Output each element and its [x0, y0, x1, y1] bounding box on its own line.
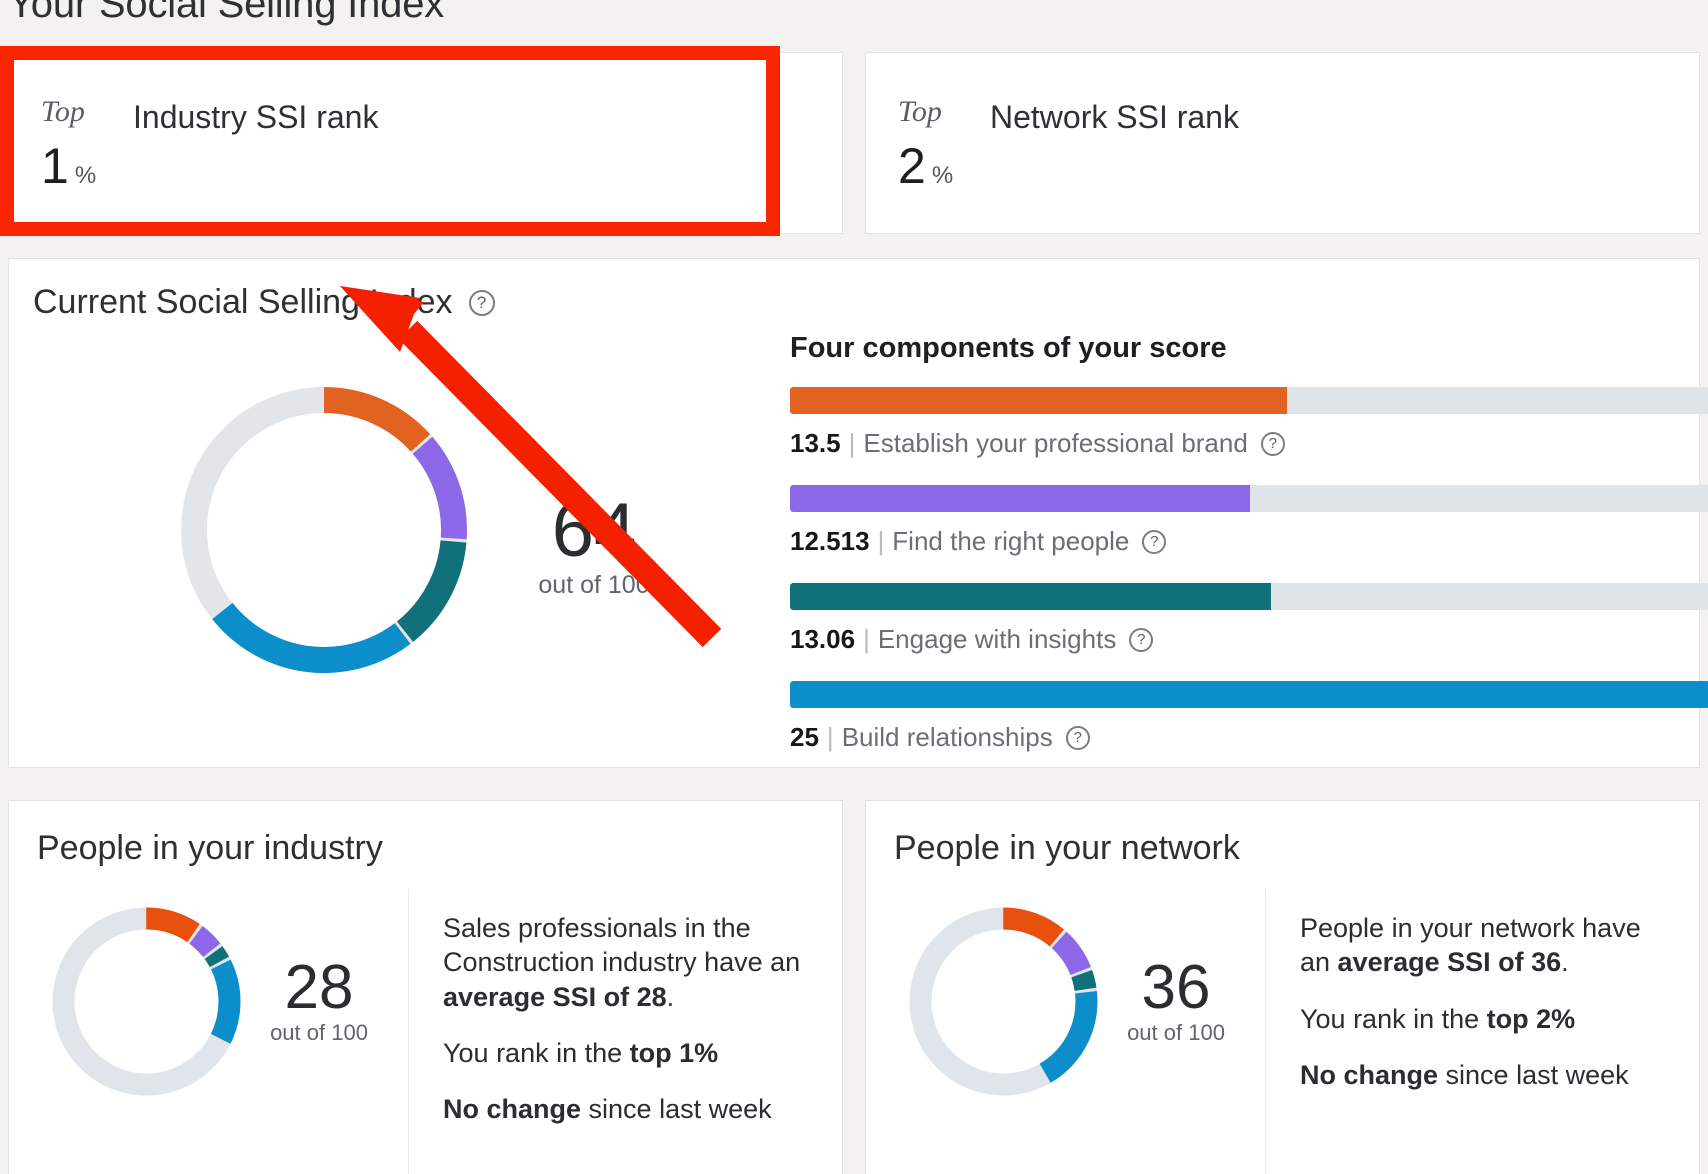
ssi-score-value: 64: [551, 488, 637, 573]
network-rank-top-label: Top: [898, 95, 942, 128]
industry-card-text: Sales professionals in the Construction …: [409, 889, 842, 1174]
ssi-donut-svg: [181, 387, 467, 673]
four-components-section: Four components of your score 13.5 | Est…: [790, 332, 1708, 779]
component-row-brand: [790, 387, 1708, 414]
industry-donut-chart: [44, 899, 249, 1109]
ssi-score-subtitle: out of 100: [538, 571, 650, 600]
ssi-donut-chart: [164, 370, 484, 690]
rank-cards-row: Top 1 % Industry SSI rank Top 2 % Networ…: [8, 52, 1700, 234]
component-bar-track-brand: [790, 387, 1708, 414]
component-bar-track-insights: [790, 583, 1708, 610]
network-rank-title: Network SSI rank: [990, 99, 1239, 135]
industry-rank-left: Top 1 %: [41, 95, 127, 192]
ssi-score-block: 64 out of 100: [524, 488, 664, 600]
industry-donut-svg: [52, 907, 241, 1096]
current-ssi-header: Current Social Selling Index ?: [33, 283, 495, 322]
component-bar-fill-insights: [790, 583, 1271, 610]
component-name-find-people: Find the right people: [892, 526, 1130, 556]
industry-rank-value-wrap: 1 %: [41, 141, 96, 191]
page-title: Your Social Selling Index: [8, 0, 445, 26]
question-mark-circle-icon[interactable]: ?: [1142, 529, 1167, 554]
component-label-find-people: 12.513 | Find the right people ?: [790, 526, 1708, 557]
component-value-relationships: 25: [790, 722, 819, 752]
network-rank-content: Top 2 % Network SSI rank: [898, 95, 1239, 192]
component-value-insights: 13.06: [790, 624, 856, 654]
question-mark-circle-icon[interactable]: ?: [1129, 627, 1154, 652]
component-label-brand: 13.5 | Establish your professional brand…: [790, 428, 1708, 459]
component-separator-brand: |: [848, 428, 856, 458]
industry-rank-value: 1: [41, 138, 69, 194]
current-ssi-heading: Current Social Selling Index: [33, 283, 453, 321]
component-label-relationships: 25 | Build relationships ?: [790, 722, 1708, 753]
component-bar-fill-brand: [790, 387, 1287, 414]
component-separator-insights: |: [863, 624, 870, 654]
component-bar-fill-relationships: [790, 681, 1708, 708]
industry-score-block: 28 out of 100: [254, 953, 384, 1046]
industry-ssi-rank-card[interactable]: Top 1 % Industry SSI rank: [8, 52, 843, 234]
network-card-chart-area: 36 out of 100: [866, 889, 1266, 1174]
component-bar-track-find-people: [790, 485, 1708, 512]
network-rank-text: You rank in the top 2%: [1300, 1003, 1576, 1034]
industry-score-value: 28: [284, 953, 354, 1022]
network-card-body: 36 out of 100 People in your network hav…: [866, 889, 1699, 1174]
industry-rank-percent-sign: %: [74, 162, 97, 189]
industry-change-text: No change since last week: [443, 1094, 772, 1125]
network-rank-value: 2: [898, 138, 926, 194]
question-mark-circle-icon[interactable]: ?: [1065, 725, 1090, 750]
network-rank-value-wrap: 2 %: [898, 141, 953, 191]
network-score-subtitle: out of 100: [1127, 1019, 1225, 1045]
component-name-brand: Establish your professional brand: [863, 428, 1248, 458]
component-bar-fill-find-people: [790, 485, 1251, 512]
network-average-text: People in your network have an average S…: [1300, 913, 1641, 978]
component-name-relationships: Build relationships: [841, 722, 1053, 752]
industry-card-chart-area: 28 out of 100: [9, 889, 409, 1174]
network-score-block: 36 out of 100: [1111, 953, 1241, 1046]
four-components-heading: Four components of your score: [790, 332, 1227, 364]
industry-score-subtitle: out of 100: [270, 1019, 368, 1045]
network-donut-chart: [901, 899, 1106, 1109]
network-rank-left: Top 2 %: [898, 95, 984, 192]
question-mark-circle-icon[interactable]: ?: [1260, 431, 1285, 456]
component-row-insights: [790, 583, 1708, 610]
question-mark-circle-icon[interactable]: ?: [468, 289, 495, 316]
industry-rank-content: Top 1 % Industry SSI rank: [41, 95, 379, 192]
industry-rank-title: Industry SSI rank: [133, 99, 379, 135]
network-card-heading: People in your network: [894, 829, 1240, 867]
network-ssi-rank-card[interactable]: Top 2 % Network SSI rank: [865, 52, 1700, 234]
industry-card-body: 28 out of 100 Sales professionals in the…: [9, 889, 842, 1174]
component-separator-find-people: |: [877, 526, 885, 556]
component-label-insights: 13.06 | Engage with insights ?: [790, 624, 1708, 655]
component-row-relationships: [790, 681, 1708, 708]
network-card-text: People in your network have an average S…: [1266, 889, 1699, 1174]
industry-rank-top-label: Top: [41, 95, 85, 128]
network-change-text: No change since last week: [1300, 1059, 1629, 1090]
component-value-brand: 13.5: [790, 428, 841, 458]
industry-card-heading: People in your industry: [37, 829, 383, 867]
component-bar-track-relationships: [790, 681, 1708, 708]
component-value-find-people: 12.513: [790, 526, 870, 556]
network-score-value: 36: [1141, 953, 1211, 1022]
industry-average-text: Sales professionals in the Construction …: [443, 913, 801, 1012]
bottom-comparison-row: People in your industry 28 out of 100 Sa…: [8, 800, 1700, 1174]
network-donut-svg: [909, 907, 1098, 1096]
ssi-dashboard-page: Your Social Selling Index Top 1 % Indust…: [0, 0, 1708, 1174]
component-row-find-people: [790, 485, 1708, 512]
network-rank-percent-sign: %: [931, 162, 954, 189]
people-in-your-network-card: People in your network 36 out of 100 Peo…: [865, 800, 1700, 1174]
component-separator-relationships: |: [826, 722, 834, 752]
industry-rank-text: You rank in the top 1%: [443, 1037, 719, 1068]
people-in-your-industry-card: People in your industry 28 out of 100 Sa…: [8, 800, 843, 1174]
component-name-insights: Engage with insights: [877, 624, 1117, 654]
